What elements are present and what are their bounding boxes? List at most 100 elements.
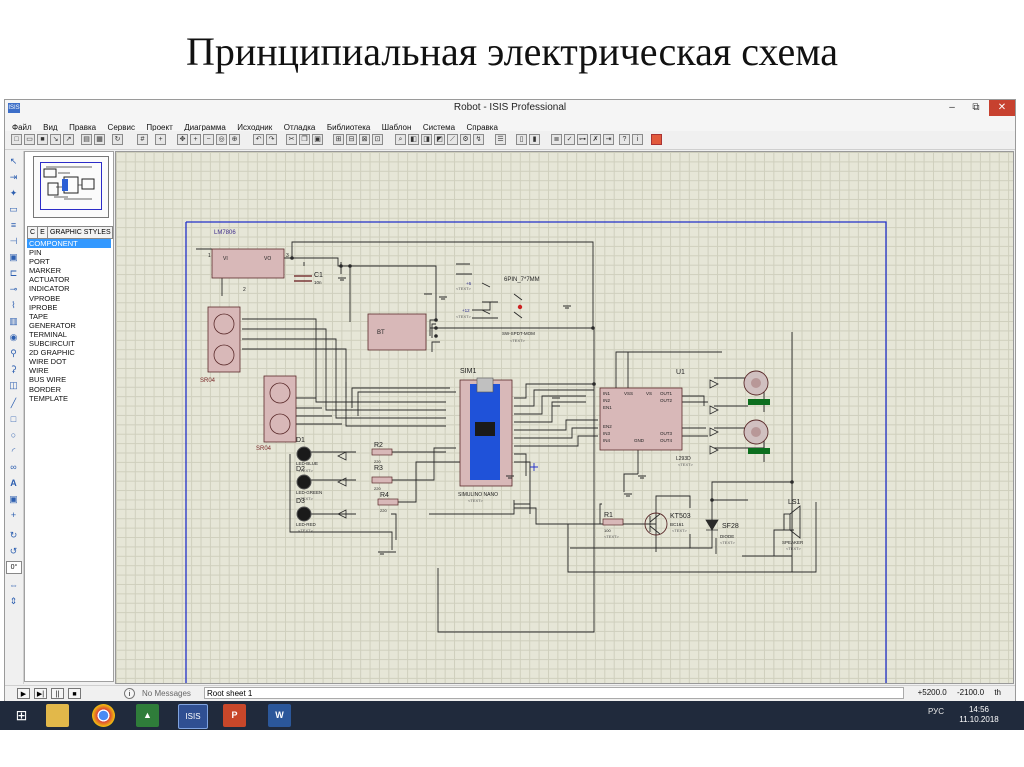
pick-device-icon[interactable]: ⌕ (395, 134, 406, 145)
junction-dot-icon[interactable]: ✦ (8, 188, 19, 199)
marker-tool-icon[interactable]: + (8, 510, 19, 521)
copy-icon[interactable]: ❐ (299, 134, 310, 145)
bom-icon[interactable]: ≣ (551, 134, 562, 145)
wire-label-icon[interactable]: ▭ (8, 204, 19, 215)
list-item[interactable]: SUBCIRCUIT (27, 339, 111, 348)
list-item[interactable]: VPROBE (27, 294, 111, 303)
graph-icon[interactable]: ⌇ (8, 300, 19, 311)
list-item[interactable]: PORT (27, 257, 111, 266)
list-item[interactable]: PIN (27, 248, 111, 257)
buses-icon[interactable]: ⊣ (8, 236, 19, 247)
info-icon[interactable]: i (632, 134, 643, 145)
zoom-area-icon[interactable]: ⊕ (229, 134, 240, 145)
component-mode-icon[interactable]: ⇥ (8, 172, 19, 183)
ultrasonic-sensor-1[interactable]: SR04 (200, 306, 241, 384)
arc-tool-icon[interactable]: ◜ (8, 446, 19, 457)
list-item[interactable]: COMPONENT (27, 239, 111, 249)
netlist-icon[interactable]: ⊶ (577, 134, 588, 145)
pause-button[interactable]: || (51, 688, 64, 699)
new-file-icon[interactable]: □ (11, 134, 22, 145)
wire-autoroute-icon[interactable]: ⟋ (447, 134, 458, 145)
system-clock[interactable]: 14:56 11.10.2018 (954, 705, 1004, 725)
switch-spdt[interactable]: 6PIN_7*7MM +6 +12 SW-SPDT-MOM (462, 277, 540, 336)
list-item[interactable]: WIRE DOT (27, 357, 111, 366)
messages-status[interactable]: No Messages (142, 689, 191, 698)
circle-tool-icon[interactable]: ○ (8, 430, 19, 441)
path-tool-icon[interactable]: ∞ (8, 462, 19, 473)
device-pins-icon[interactable]: ⊸ (8, 284, 19, 295)
block-copy-icon[interactable]: ⊞ (333, 134, 344, 145)
list-item[interactable]: INDICATOR (27, 284, 111, 293)
print-area-icon[interactable]: ▦ (94, 134, 105, 145)
export-icon[interactable]: ↗ (63, 134, 74, 145)
redo-icon[interactable]: ↷ (266, 134, 277, 145)
schematic-canvas[interactable]: LM7806 VI VO 1 3 2 C1 10n 6PIN_7*7MM +6 … (115, 151, 1014, 684)
ares-taskbar-icon[interactable]: ▲ (136, 704, 159, 727)
text-tool-icon[interactable]: A (8, 478, 19, 489)
subcircuit-icon[interactable]: ▣ (8, 252, 19, 263)
step-button[interactable]: ▶| (34, 688, 47, 699)
list-item[interactable]: BUS WIRE (27, 375, 111, 384)
block-delete-icon[interactable]: ⊡ (372, 134, 383, 145)
tab-e[interactable]: E (38, 227, 48, 238)
design-explorer-icon[interactable]: ☰ (495, 134, 506, 145)
make-device-icon[interactable]: ◧ (408, 134, 419, 145)
language-indicator[interactable]: РУС (928, 707, 944, 716)
list-item[interactable]: GENERATOR (27, 321, 111, 330)
packaging-icon[interactable]: ◨ (421, 134, 432, 145)
ultrasonic-sensor-2[interactable]: SR04 (256, 375, 297, 452)
minimize-button[interactable]: ‒ (941, 100, 963, 116)
current-probe-icon[interactable]: ⚳ (8, 364, 19, 375)
gerber-icon[interactable]: ✗ (590, 134, 601, 145)
cut-icon[interactable]: ✂ (286, 134, 297, 145)
list-item[interactable]: TEMPLATE (27, 394, 111, 403)
line-tool-icon[interactable]: ╱ (8, 398, 19, 409)
tab-c[interactable]: C (28, 227, 38, 238)
decompose-icon[interactable]: ◩ (434, 134, 445, 145)
selection-mode-icon[interactable]: ↖ (8, 156, 19, 167)
erc-icon[interactable]: ✓ (564, 134, 575, 145)
motors[interactable] (709, 370, 770, 455)
block-rotate-icon[interactable]: ⊠ (359, 134, 370, 145)
mirror-y-icon[interactable]: ⇕ (8, 596, 19, 607)
list-item[interactable]: IPROBE (27, 303, 111, 312)
word-icon[interactable]: W (268, 704, 291, 727)
ares-icon[interactable] (651, 134, 662, 145)
rotate-ccw-icon[interactable]: ↺ (8, 546, 19, 557)
rotate-cw-icon[interactable]: ↻ (8, 530, 19, 541)
stop-button[interactable]: ■ (68, 688, 81, 699)
zoom-out-icon[interactable]: − (203, 134, 214, 145)
pan-icon[interactable]: ✥ (177, 134, 188, 145)
symbol-tool-icon[interactable]: ▣ (8, 494, 19, 505)
search-tag-icon[interactable]: ⚙ (460, 134, 471, 145)
speaker-ls1[interactable]: LS1 SPEAKER (782, 499, 804, 545)
battery-bt[interactable]: BT (367, 313, 427, 351)
list-item[interactable]: MARKER (27, 266, 111, 275)
redraw-icon[interactable]: ↻ (112, 134, 123, 145)
undo-icon[interactable]: ↶ (253, 134, 264, 145)
box-tool-icon[interactable]: □ (8, 414, 19, 425)
rotation-angle-field[interactable]: 0° (6, 561, 22, 574)
text-script-icon[interactable]: ≡ (8, 220, 19, 231)
voltage-probe-icon[interactable]: ⚲ (8, 348, 19, 359)
help-icon[interactable]: ? (619, 134, 630, 145)
arduino-nano-sim1[interactable]: SIM1 SIMULINO NANO (458, 368, 513, 498)
diode-sf28[interactable]: SF28 DIODE (705, 519, 739, 539)
list-item[interactable]: 2D GRAPHIC (27, 348, 111, 357)
import-icon[interactable]: ↘ (50, 134, 61, 145)
capacitor-c1[interactable]: C1 10n (294, 272, 323, 285)
netlist-ares-icon[interactable]: ⇥ (603, 134, 614, 145)
origin-icon[interactable]: + (155, 134, 166, 145)
windows-start-icon[interactable]: ⊞ (10, 704, 33, 727)
explorer-icon[interactable] (46, 704, 69, 727)
chrome-icon[interactable] (92, 704, 115, 727)
close-button[interactable]: ✕ (989, 100, 1015, 116)
zoom-in-icon[interactable]: + (190, 134, 201, 145)
tape-recorder-icon[interactable]: ▥ (8, 316, 19, 327)
save-icon[interactable]: ■ (37, 134, 48, 145)
play-button[interactable]: ▶ (17, 688, 30, 699)
property-tool-icon[interactable]: ↯ (473, 134, 484, 145)
print-icon[interactable]: ▤ (81, 134, 92, 145)
remove-sheet-icon[interactable]: ▮ (529, 134, 540, 145)
list-item[interactable]: ACTUATOR (27, 275, 111, 284)
